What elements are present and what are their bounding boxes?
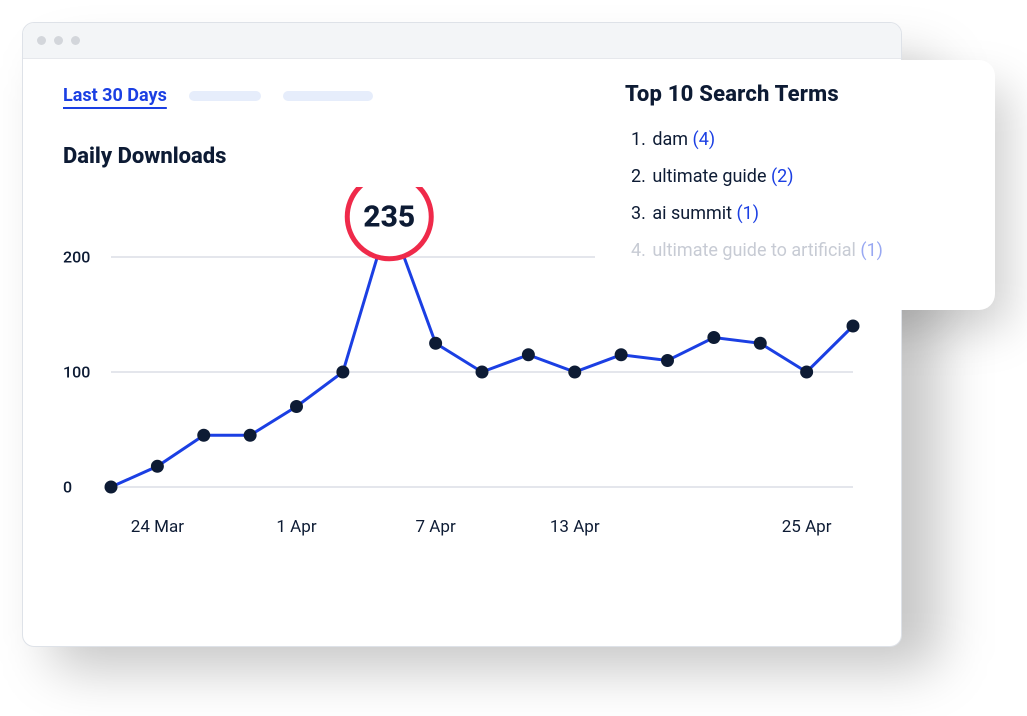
card-title: Top 10 Search Terms [625,82,965,107]
search-term-item[interactable]: ai summit (1) [625,195,965,232]
tab-placeholder[interactable] [283,91,373,101]
x-tick-label: 25 Apr [782,517,832,537]
x-tick-label: 7 Apr [416,517,456,537]
x-tick-label: 24 Mar [131,517,184,537]
top-search-terms-card: Top 10 Search Terms dam (4)ultimate guid… [595,60,995,310]
traffic-light-dot [54,36,63,45]
y-tick-label: 200 [63,248,90,267]
traffic-light-dot [37,36,46,45]
window-titlebar [23,23,901,59]
search-terms-list: dam (4)ultimate guide (2)ai summit (1)ul… [625,121,965,269]
search-term-count: (1) [737,203,760,224]
search-term-item[interactable]: ultimate guide (2) [625,158,965,195]
tab-last-30-days[interactable]: Last 30 Days [63,85,167,106]
search-term-text: ultimate guide to artificial [652,240,860,261]
search-term-item[interactable]: ultimate guide to artificial (1) [625,232,965,269]
x-axis: 24 Mar 1 Apr 7 Apr 13 Apr 25 Apr [111,507,863,547]
search-term-text: ultimate guide [652,166,771,187]
x-tick-label: 1 Apr [276,517,316,537]
x-tick-label: 13 Apr [550,517,600,537]
search-term-count: (4) [693,129,716,150]
search-term-text: ai summit [652,203,736,224]
traffic-light-dot [71,36,80,45]
y-tick-label: 0 [63,478,72,497]
search-term-text: dam [652,129,692,150]
tab-placeholder[interactable] [189,91,261,101]
search-term-item[interactable]: dam (4) [625,121,965,158]
search-term-count: (1) [860,240,883,261]
search-term-count: (2) [771,166,794,187]
y-tick-label: 100 [63,363,90,382]
